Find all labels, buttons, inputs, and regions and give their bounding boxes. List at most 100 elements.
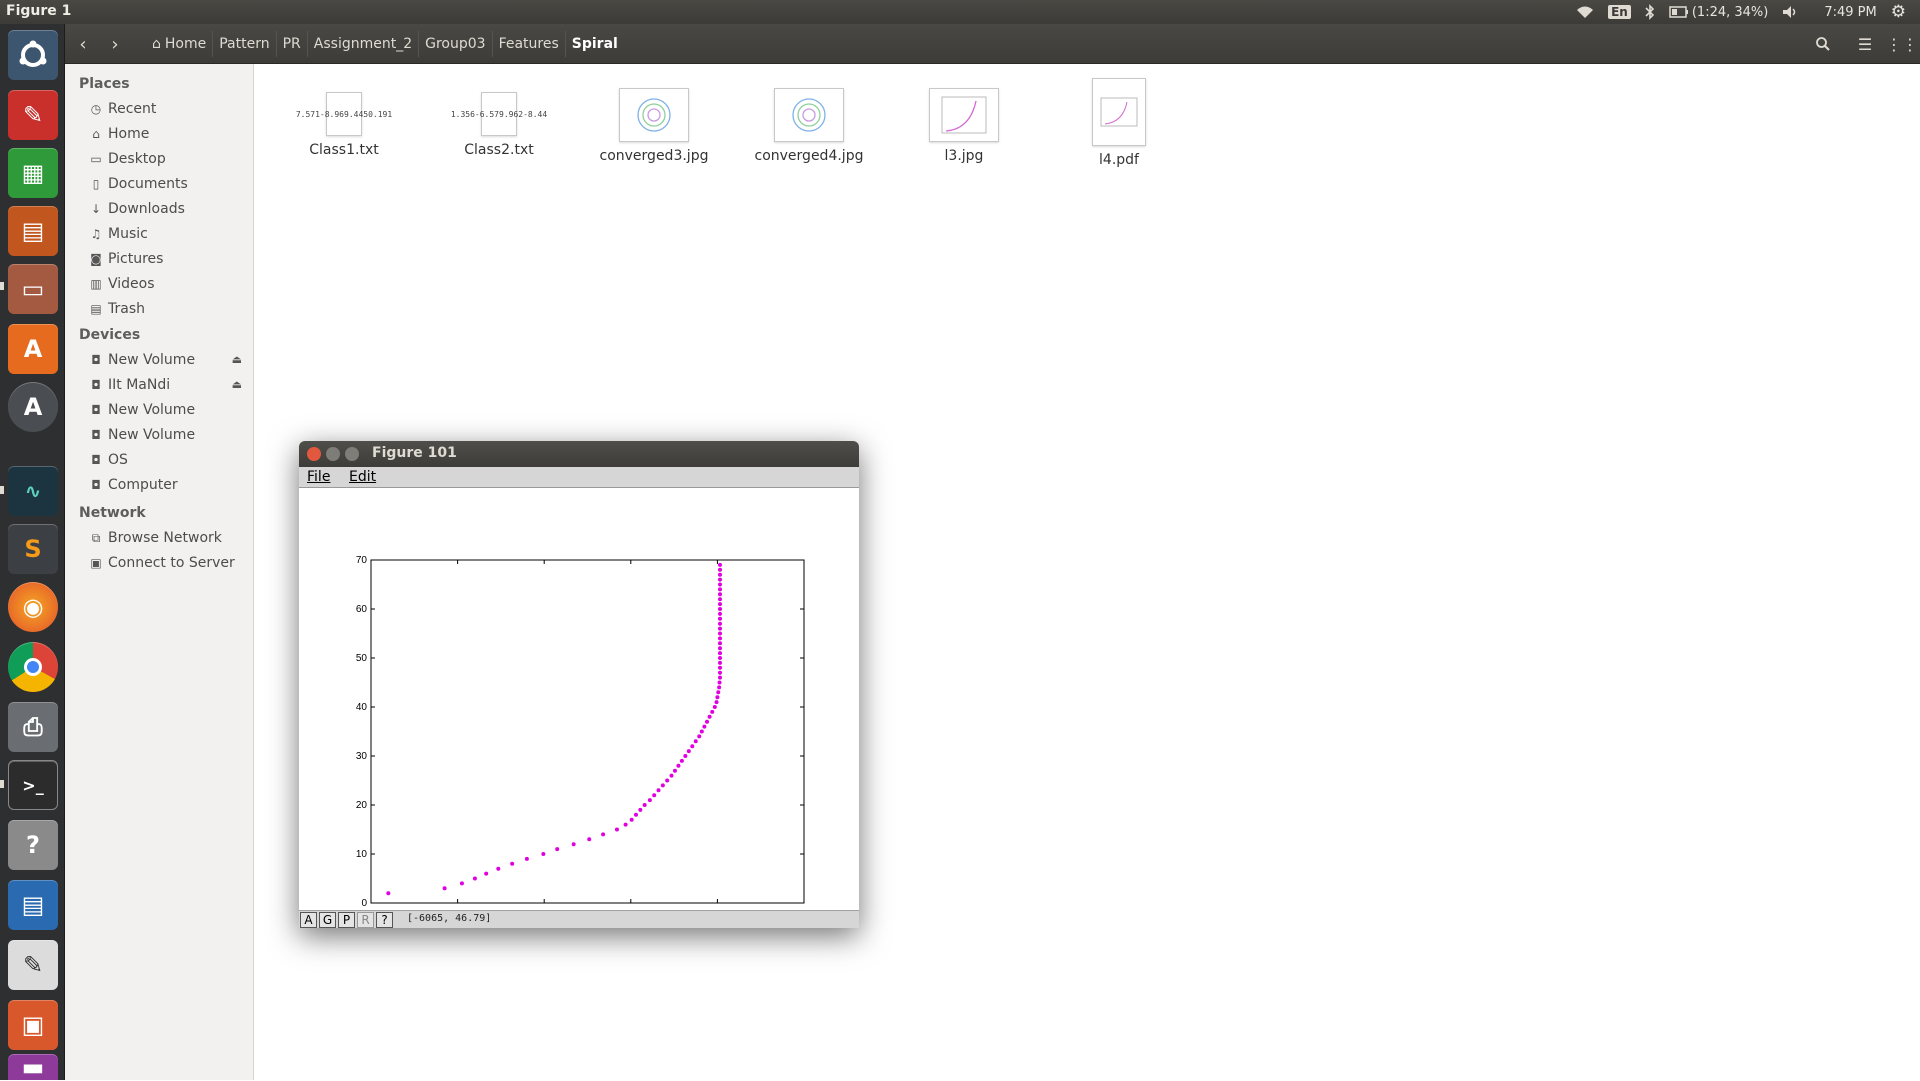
rotate-button[interactable]: R <box>357 912 374 928</box>
menu-edit[interactable]: Edit <box>349 469 376 485</box>
sidebar-item-music[interactable]: ♫ Music <box>88 223 248 245</box>
data-point <box>717 562 722 567</box>
data-point <box>652 793 657 798</box>
folder-icon: ▭ <box>90 152 102 166</box>
data-point <box>442 886 447 891</box>
spreadsheet-icon[interactable]: ▦ <box>8 148 58 198</box>
ubuntu-dash-icon[interactable] <box>8 30 58 80</box>
file-item-class2[interactable]: 1.356 -6.57 9.962 -8.44 Class2.txt <box>439 92 559 158</box>
software-center-icon[interactable]: A <box>8 324 58 374</box>
y-tick-label: 50 <box>356 653 368 664</box>
clock[interactable]: 7:49 PM <box>1824 5 1876 20</box>
sidebar-item-downloads[interactable]: ↓ Downloads <box>88 198 248 220</box>
autoscale-button[interactable]: A <box>300 912 317 928</box>
breadcrumb-pattern[interactable]: Pattern <box>213 31 277 57</box>
close-icon[interactable] <box>307 447 321 461</box>
grid-button[interactable]: G <box>319 912 336 928</box>
file-item-converged4[interactable]: converged4.jpg <box>749 88 869 164</box>
terminal-icon[interactable]: >_ <box>8 760 58 810</box>
document-viewer-icon[interactable]: ✎ <box>8 90 58 140</box>
text-editor-icon[interactable]: ✎ <box>8 940 58 990</box>
minimize-icon[interactable] <box>326 447 340 461</box>
system-gear-icon[interactable]: ⚙ <box>1891 2 1906 22</box>
breadcrumb-assignment[interactable]: Assignment_2 <box>308 31 420 57</box>
sidebar-item-iit-mandi[interactable]: ◘ IIt MaNdi ⏏ <box>88 374 248 396</box>
presentation-icon[interactable]: ▤ <box>8 206 58 256</box>
chrome-icon[interactable] <box>8 642 58 692</box>
drive-icon: ◘ <box>91 403 101 417</box>
help-icon[interactable]: ? <box>8 820 58 870</box>
software-updater-icon[interactable]: A <box>8 382 58 432</box>
data-point <box>614 827 619 832</box>
volume-icon[interactable] <box>1782 5 1800 19</box>
y-tick-label: 0 <box>361 898 367 909</box>
file-item-class1[interactable]: 7.571 -8.96 9.445 0.191 Class1.txt <box>284 92 404 158</box>
figure-window: Figure 101 File Edit -6200-6100-6000-590… <box>299 441 859 928</box>
sidebar-item-new-volume-3[interactable]: ◘ New Volume <box>88 424 248 446</box>
help-button[interactable]: ? <box>376 912 393 928</box>
sidebar-item-os[interactable]: ◘ OS <box>88 449 248 471</box>
sidebar-item-documents[interactable]: ▯ Documents <box>88 173 248 195</box>
sidebar-item-videos[interactable]: ▥ Videos <box>88 273 248 295</box>
wifi-icon[interactable] <box>1576 5 1594 19</box>
sidebar-item-connect-server[interactable]: ▣ Connect to Server <box>88 552 248 574</box>
window-title: Figure 1 <box>6 3 72 19</box>
bluetooth-icon[interactable] <box>1645 4 1655 20</box>
sidebar-item-desktop[interactable]: ▭ Desktop <box>88 148 248 170</box>
breadcrumb-spiral[interactable]: Spiral <box>566 31 624 57</box>
firefox-icon[interactable]: ◉ <box>8 582 58 632</box>
eject-icon[interactable]: ⏏ <box>232 353 242 366</box>
print-button[interactable]: P <box>338 912 355 928</box>
image-thumbnail-icon <box>774 88 844 142</box>
forward-button[interactable]: › <box>102 32 128 56</box>
home-icon: ⌂ <box>92 127 100 141</box>
search-icon[interactable] <box>1810 32 1836 56</box>
menu-file[interactable]: File <box>307 469 330 485</box>
data-point <box>705 719 710 724</box>
sidebar-item-recent[interactable]: ◷ Recent <box>88 98 248 120</box>
file-item-l4[interactable]: l4.pdf <box>1059 78 1179 168</box>
battery-indicator[interactable]: (1:24, 34%) <box>1669 5 1768 20</box>
eject-icon[interactable]: ⏏ <box>232 378 242 391</box>
data-point <box>686 749 691 754</box>
breadcrumb-pr[interactable]: PR <box>277 31 308 57</box>
breadcrumb-group[interactable]: Group03 <box>419 31 493 57</box>
backup-icon[interactable]: ▣ <box>8 1000 58 1050</box>
printer-icon[interactable]: ⎙ <box>8 702 58 752</box>
file-item-converged3[interactable]: converged3.jpg <box>594 88 714 164</box>
keyboard-language-indicator[interactable]: En <box>1608 5 1631 19</box>
sidebar-item-computer[interactable]: ◘ Computer <box>88 474 248 496</box>
plot-area[interactable]: -6200-6100-6000-5900-5800-57000102030405… <box>299 488 859 921</box>
data-point <box>717 611 722 616</box>
sidebar-item-browse-network[interactable]: ⧉ Browse Network <box>88 527 248 549</box>
sidebar-item-home[interactable]: ⌂ Home <box>88 123 248 145</box>
breadcrumb-home[interactable]: ⌂ Home <box>146 31 214 57</box>
writer-icon[interactable]: ▤ <box>8 880 58 930</box>
sidebar-item-pictures[interactable]: ◙ Pictures <box>88 248 248 270</box>
data-point <box>510 861 515 866</box>
list-view-icon[interactable]: ☰ <box>1852 32 1878 56</box>
text-file-icon: 1.356 -6.57 9.962 -8.44 <box>451 92 547 136</box>
y-tick-label: 10 <box>356 849 368 860</box>
grid-menu-icon[interactable]: ⋮⋮ <box>1886 32 1918 56</box>
scatter-chart: -6200-6100-6000-5900-5800-57000102030405… <box>356 555 817 921</box>
file-item-l3[interactable]: l3.jpg <box>904 88 1024 164</box>
sublime-text-icon[interactable]: S <box>8 524 58 574</box>
data-point <box>707 714 712 719</box>
maximize-icon[interactable] <box>345 447 359 461</box>
data-point <box>679 758 684 763</box>
network-heading: Network <box>79 505 146 521</box>
breadcrumb-features[interactable]: Features <box>493 31 566 57</box>
sidebar-item-trash[interactable]: ▤ Trash <box>88 298 248 320</box>
figure-titlebar[interactable]: Figure 101 <box>299 441 859 467</box>
data-point <box>717 665 722 670</box>
sidebar-item-new-volume-2[interactable]: ◘ New Volume <box>88 399 248 421</box>
sidebar-item-new-volume-1[interactable]: ◘ New Volume ⏏ <box>88 349 248 371</box>
plot-frame <box>370 559 805 904</box>
data-point <box>638 807 643 812</box>
files-icon[interactable]: ▭ <box>8 264 58 314</box>
system-monitor-icon[interactable]: ∿ <box>8 466 58 516</box>
trash-launcher-icon[interactable]: ▬ <box>8 1053 58 1081</box>
server-icon: ▣ <box>90 556 102 570</box>
back-button[interactable]: ‹ <box>70 32 96 56</box>
